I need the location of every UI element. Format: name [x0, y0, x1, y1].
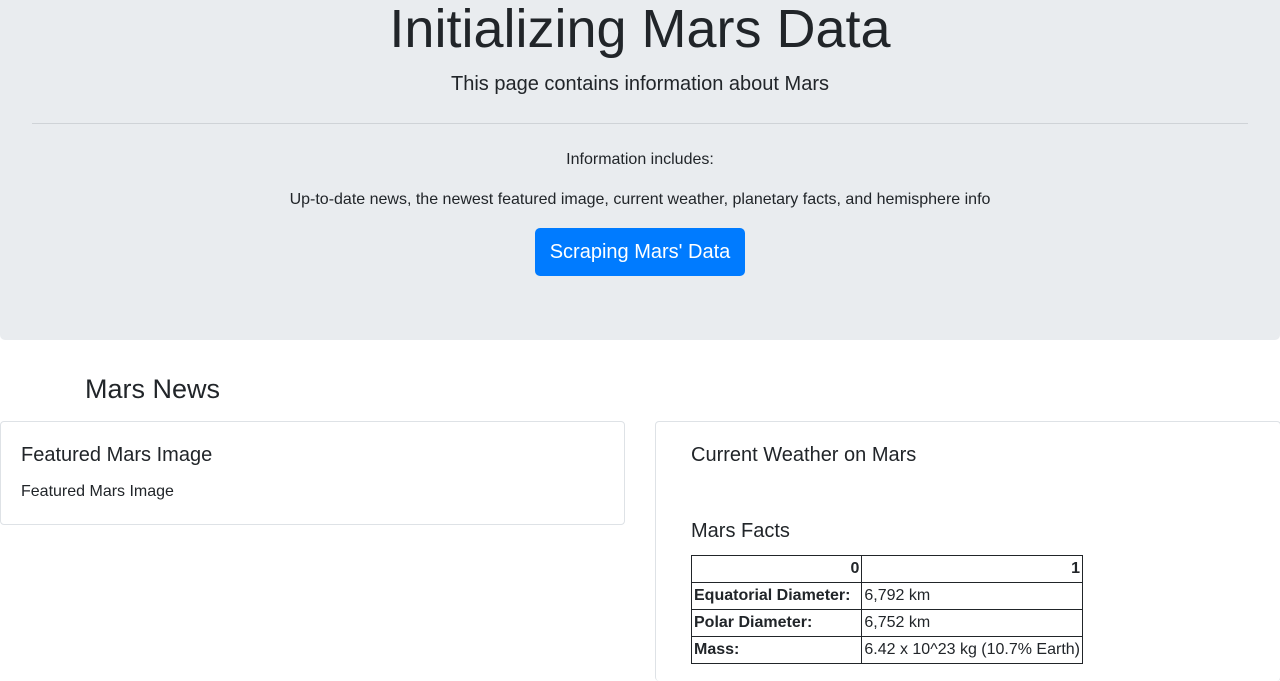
info-text: Up-to-date news, the newest featured ima… [289, 191, 991, 208]
divider [32, 123, 1248, 124]
page-title: Initializing Mars Data [389, 0, 891, 59]
fact-label: Equatorial Diameter: [690, 582, 863, 610]
featured-image-title: Featured Mars Image [21, 444, 213, 466]
fact-value: 6,792 km [861, 582, 1083, 610]
featured-image-card: Featured Mars Image Featured Mars Image [0, 421, 625, 525]
facts-table: 0 1 Equatorial Diameter: 6,792 km Polar … [690, 555, 1083, 664]
weather-title: Current Weather on Mars [691, 444, 917, 466]
featured-image: Featured Mars Image [21, 482, 174, 502]
scrape-button[interactable]: Scraping Mars' Data [535, 228, 745, 276]
facts-header-row: 0 1 [690, 555, 1083, 583]
facts-column-header: 1 [861, 555, 1083, 583]
facts-title: Mars Facts [691, 520, 790, 542]
page-subtitle: This page contains information about Mar… [451, 73, 829, 95]
table-row: Mass: 6.42 x 10^23 kg (10.7% Earth) [690, 636, 1083, 664]
info-label: Information includes: [566, 151, 714, 168]
facts-column-header: 0 [690, 555, 863, 583]
jumbotron: Initializing Mars Data This page contain… [0, 0, 1280, 340]
weather-facts-card: Current Weather on Mars Mars Facts 0 1 E… [655, 421, 1280, 681]
fact-label: Mass: [690, 636, 863, 664]
fact-value: 6.42 x 10^23 kg (10.7% Earth) [861, 636, 1083, 664]
table-row: Polar Diameter: 6,752 km [690, 609, 1083, 637]
featured-image-alt: Featured Mars Image [21, 483, 174, 500]
fact-label: Polar Diameter: [690, 609, 863, 637]
table-row: Equatorial Diameter: 6,792 km [690, 582, 1083, 610]
fact-value: 6,752 km [861, 609, 1083, 637]
news-heading: Mars News [85, 374, 221, 404]
